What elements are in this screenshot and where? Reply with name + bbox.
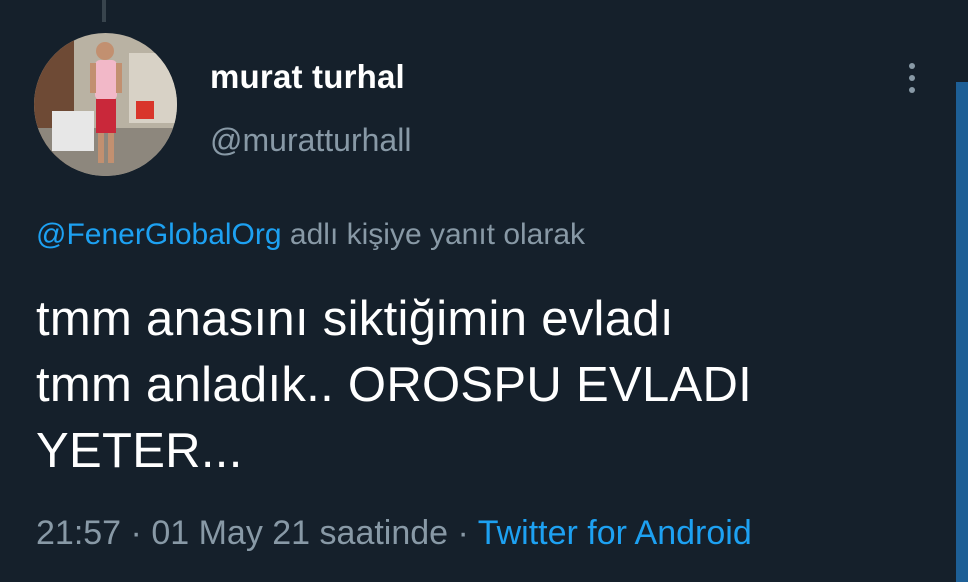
meta-separator: · — [130, 514, 142, 552]
tweet-date[interactable]: 01 May 21 saatinde — [151, 514, 448, 552]
avatar[interactable] — [34, 33, 177, 176]
side-accent-bar — [956, 82, 968, 582]
meta-separator: · — [457, 514, 469, 552]
more-vertical-icon-dot — [909, 87, 915, 93]
tweet-text-line: tmm anladık.. OROSPU EVLADI — [36, 358, 753, 412]
tweet-source-link[interactable]: Twitter for Android — [478, 514, 752, 552]
more-vertical-icon-dot — [909, 75, 915, 81]
tweet-text-line: tmm anasını siktiğimin evladı — [36, 292, 674, 346]
avatar-photo — [34, 33, 177, 176]
display-name[interactable]: murat turhal — [210, 58, 405, 96]
user-handle[interactable]: @muratturhall — [210, 122, 411, 159]
reply-context: @FenerGlobalOrg adlı kişiye yanıt olarak — [36, 218, 585, 252]
tweet-metadata: 21:57 · 01 May 21 saatinde · Twitter for… — [36, 514, 752, 553]
reply-mention-link[interactable]: @FenerGlobalOrg — [36, 218, 282, 251]
reply-context-text: adlı kişiye yanıt olarak — [289, 218, 586, 251]
tweet-text-line: YETER... — [36, 424, 243, 478]
thread-connector-line — [102, 0, 106, 22]
more-options-button[interactable] — [896, 58, 928, 98]
tweet-time[interactable]: 21:57 — [36, 514, 121, 552]
more-vertical-icon — [909, 63, 915, 69]
tweet-text: tmm anasını siktiğimin evladı tmm anladı… — [36, 286, 936, 484]
